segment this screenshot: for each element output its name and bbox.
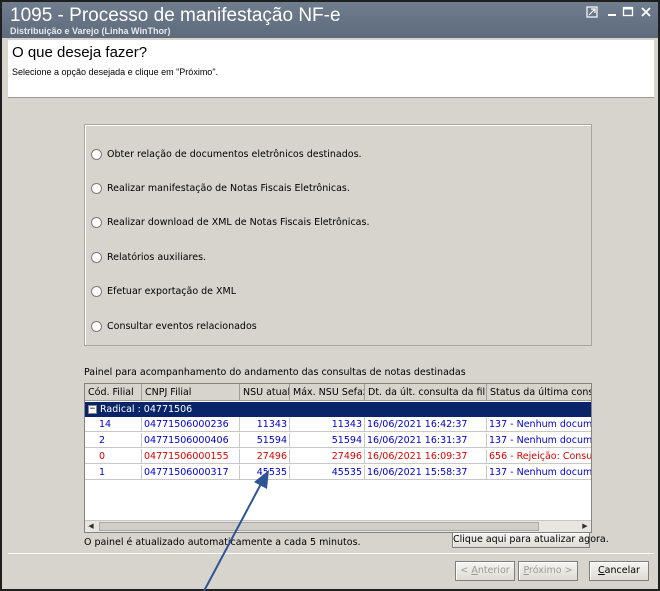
cell-status: 137 - Nenhum documento localizado <box>489 467 592 478</box>
minimize-icon[interactable] <box>604 6 620 20</box>
cancel-button[interactable]: Cancelar <box>589 561 649 581</box>
next-button[interactable]: Próximo > <box>518 561 578 581</box>
column-header[interactable]: NSU atual <box>240 384 290 401</box>
refresh-note: O painel é atualizado automaticamente a … <box>84 537 361 548</box>
radio-button[interactable] <box>91 182 102 194</box>
cell-max-nsu: 11343 <box>290 417 365 432</box>
page-title: O que deseja fazer? <box>12 44 148 61</box>
option-label: Relatórios auxiliares. <box>107 251 207 263</box>
column-header[interactable]: CNPJ Filial <box>142 384 240 401</box>
back-button-label: nterior <box>477 565 510 576</box>
column-header[interactable]: Cód. Filial <box>85 384 142 401</box>
cell-nsu-atual: 45535 <box>240 465 290 480</box>
window: 1095 - Processo de manifestação NF-e Dis… <box>0 0 660 591</box>
table-row[interactable]: 0 04771506000155 27496 27496 16/06/2021 … <box>85 449 591 464</box>
table-row[interactable]: 2 04771506000406 51594 51594 16/06/2021 … <box>85 433 591 448</box>
cell-dt-consulta: 16/06/2021 16:09:37 <box>365 449 487 464</box>
cell-dt-consulta: 16/06/2021 16:42:37 <box>365 417 487 432</box>
panel-label: Painel para acompanhamento do andamento … <box>84 367 466 378</box>
option-label: Realizar download de XML de Notas Fiscai… <box>107 216 370 228</box>
cell-status: 137 - Nenhum documento localizado <box>489 435 592 446</box>
cell-cod-filial: 14 <box>85 417 142 432</box>
cell-status: 137 - Nenhum documento localizado <box>489 419 592 430</box>
option-label: Obter relação de documentos eletrônicos … <box>107 148 362 160</box>
title-bar: 1095 - Processo de manifestação NF-e Dis… <box>2 2 658 38</box>
window-subtitle: Distribuição e Varejo (Linha WinThor) <box>10 26 171 36</box>
cancel-button-label: ancelar <box>604 565 640 576</box>
footer-divider <box>8 553 654 554</box>
scroll-thumb[interactable] <box>99 522 539 531</box>
option-label: Realizar manifestação de Notas Fiscais E… <box>107 182 350 194</box>
restore-icon[interactable] <box>584 6 600 20</box>
cell-cod-filial: 1 <box>85 465 142 480</box>
back-button-prefix: < <box>460 565 472 576</box>
close-icon[interactable] <box>638 6 654 20</box>
option-download-xml[interactable]: Realizar download de XML de Notas Fiscai… <box>91 215 369 229</box>
cell-cnpj: 04771506000236 <box>142 417 240 432</box>
cell-cod-filial: 2 <box>85 433 142 448</box>
radio-button[interactable] <box>91 216 102 228</box>
page-instruction: Selecione a opção desejada e clique em "… <box>12 67 219 77</box>
cell-status: 656 - Rejeição: Consumo Indevido <box>489 451 592 462</box>
radio-button[interactable] <box>91 251 102 263</box>
option-relatorios[interactable]: Relatórios auxiliares. <box>91 250 206 264</box>
grid-header: Cód. Filial CNPJ Filial NSU atual Máx. N… <box>85 384 591 401</box>
options-group: Obter relação de documentos eletrônicos … <box>84 124 592 346</box>
radio-button[interactable] <box>91 148 102 160</box>
option-exportacao-xml[interactable]: Efetuar exportação de XML <box>91 284 236 298</box>
maximize-icon[interactable] <box>620 6 636 20</box>
collapse-icon[interactable]: − <box>88 405 97 414</box>
group-label: Radical : 04771506 <box>100 404 193 415</box>
cell-dt-consulta: 16/06/2021 16:31:37 <box>365 433 487 448</box>
cell-max-nsu: 45535 <box>290 465 365 480</box>
cell-max-nsu: 27496 <box>290 449 365 464</box>
option-consultar-eventos[interactable]: Consultar eventos relacionados <box>91 319 257 333</box>
horizontal-scrollbar[interactable]: ◀ ▶ <box>85 520 591 532</box>
window-title: 1095 - Processo de manifestação NF-e <box>10 5 341 26</box>
column-header[interactable]: Máx. NSU Sefaz <box>290 384 365 401</box>
option-label: Consultar eventos relacionados <box>107 320 257 332</box>
cell-max-nsu: 51594 <box>290 433 365 448</box>
table-row[interactable]: 1 04771506000317 45535 45535 16/06/2021 … <box>85 465 591 480</box>
cell-nsu-atual: 51594 <box>240 433 290 448</box>
table-row[interactable]: 14 04771506000236 11343 11343 16/06/2021… <box>85 417 591 432</box>
next-button-label: róximo > <box>529 565 573 576</box>
cell-nsu-atual: 11343 <box>240 417 290 432</box>
consultas-grid[interactable]: Cód. Filial CNPJ Filial NSU atual Máx. N… <box>84 383 592 533</box>
group-row[interactable]: − Radical : 04771506 <box>85 402 591 417</box>
cell-dt-consulta: 16/06/2021 15:58:37 <box>365 465 487 480</box>
cell-cnpj: 04771506000406 <box>142 433 240 448</box>
cell-cnpj: 04771506000155 <box>142 449 240 464</box>
refresh-now-button[interactable]: Clique aqui para atualizar agora. <box>452 532 609 548</box>
column-header[interactable]: Status da última consulta <box>487 384 591 401</box>
option-obter-relacao[interactable]: Obter relação de documentos eletrônicos … <box>91 147 362 161</box>
cell-cod-filial: 0 <box>85 449 142 464</box>
option-manifestacao[interactable]: Realizar manifestação de Notas Fiscais E… <box>91 181 350 195</box>
radio-button[interactable] <box>91 285 102 297</box>
scroll-left-icon[interactable]: ◀ <box>85 521 97 532</box>
scroll-right-icon[interactable]: ▶ <box>579 521 591 532</box>
wizard-header: O que deseja fazer? Selecione a opção de… <box>8 40 654 98</box>
cell-nsu-atual: 27496 <box>240 449 290 464</box>
back-button[interactable]: < Anterior <box>455 561 515 581</box>
radio-button[interactable] <box>91 320 102 332</box>
cancel-button-accel: C <box>598 565 605 576</box>
cell-cnpj: 04771506000317 <box>142 465 240 480</box>
column-header[interactable]: Dt. da últ. consulta da filial <box>365 384 487 401</box>
option-label: Efetuar exportação de XML <box>107 285 237 297</box>
